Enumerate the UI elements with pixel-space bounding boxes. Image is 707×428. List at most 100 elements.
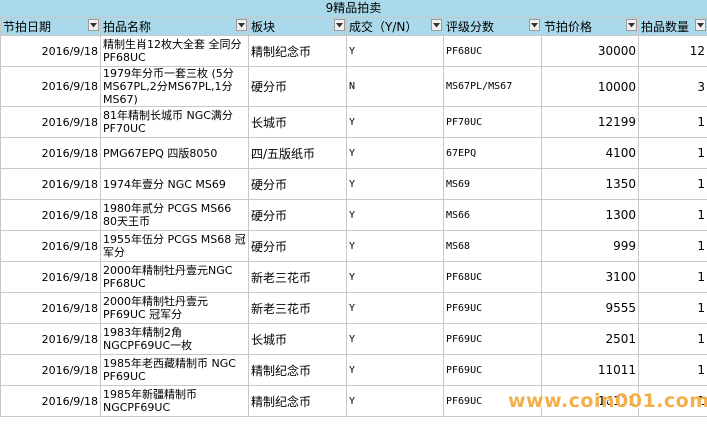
cell-name[interactable]: 81年精制长城币 NGC满分PF70UC xyxy=(100,106,249,138)
cell-name[interactable]: 1985年老西藏精制币 NGC PF69UC xyxy=(100,354,249,386)
cell-grade[interactable]: MS68 xyxy=(443,230,542,262)
cell-deal[interactable]: Y xyxy=(346,199,444,231)
cell-date[interactable]: 2016/9/18 xyxy=(0,292,101,324)
cell-qty[interactable]: 3 xyxy=(638,66,707,107)
filter-dropdown-button[interactable] xyxy=(431,19,442,31)
table-row: 2016/9/18 1983年精制2角NGCPF69UC一枚 长城币 Y PF69UC 2… xyxy=(0,323,707,355)
cell-deal[interactable]: Y xyxy=(346,230,444,262)
cell-price[interactable]: 3100 xyxy=(541,261,639,293)
cell-grade[interactable]: PF69UC xyxy=(443,323,542,355)
cell-deal[interactable]: Y xyxy=(346,168,444,200)
auction-table: 节拍日期 拍品名称 板块 成交（Y/N） 评级分数 节拍价格 拍品数量 2016/9/18 精… xyxy=(0,17,707,417)
cell-block[interactable]: 硬分币 xyxy=(248,66,347,107)
cell-price[interactable]: 1300 xyxy=(541,199,639,231)
cell-grade[interactable]: PF69UC xyxy=(443,385,542,417)
column-header-block: 板块 xyxy=(248,17,347,36)
cell-name[interactable]: 2000年精制牡丹壹元NGC PF68UC xyxy=(100,261,249,293)
cell-qty[interactable]: 1 xyxy=(638,354,707,386)
cell-qty[interactable]: 1 xyxy=(638,230,707,262)
cell-block[interactable]: 精制纪念币 xyxy=(248,354,347,386)
filter-dropdown-button[interactable] xyxy=(334,19,345,31)
cell-deal[interactable]: Y xyxy=(346,323,444,355)
cell-date[interactable]: 2016/9/18 xyxy=(0,385,101,417)
cell-deal[interactable]: N xyxy=(346,66,444,107)
cell-block[interactable]: 长城币 xyxy=(248,106,347,138)
cell-qty[interactable]: 1 xyxy=(638,199,707,231)
cell-deal[interactable]: Y xyxy=(346,385,444,417)
cell-block[interactable]: 精制纪念币 xyxy=(248,35,347,67)
cell-price[interactable]: 30000 xyxy=(541,35,639,67)
filter-dropdown-button[interactable] xyxy=(88,19,99,31)
cell-qty[interactable]: 1 xyxy=(638,106,707,138)
cell-deal[interactable]: Y xyxy=(346,292,444,324)
cell-deal[interactable]: Y xyxy=(346,261,444,293)
cell-grade[interactable]: MS66 xyxy=(443,199,542,231)
table-row: 2016/9/18 1980年贰分 PCGS MS66 80天王币 硬分币 Y MS66… xyxy=(0,199,707,231)
cell-qty[interactable]: 1 xyxy=(638,168,707,200)
cell-block[interactable]: 四/五版纸币 xyxy=(248,137,347,169)
cell-grade[interactable]: PF70UC xyxy=(443,106,542,138)
cell-date[interactable]: 2016/9/18 xyxy=(0,230,101,262)
cell-qty[interactable]: 1 xyxy=(638,261,707,293)
cell-price[interactable]: 999 xyxy=(541,230,639,262)
cell-deal[interactable]: Y xyxy=(346,35,444,67)
dropdown-arrow-icon xyxy=(628,22,635,27)
cell-grade[interactable]: MS69 xyxy=(443,168,542,200)
filter-dropdown-button[interactable] xyxy=(626,19,637,31)
cell-price[interactable]: 11011 xyxy=(541,354,639,386)
cell-price[interactable]: 16111 xyxy=(541,385,639,417)
cell-grade[interactable]: PF68UC xyxy=(443,261,542,293)
cell-name[interactable]: 2000年精制牡丹壹元 PF69UC 冠军分 xyxy=(100,292,249,324)
cell-grade[interactable]: MS67PL/MS67 xyxy=(443,66,542,107)
cell-block[interactable]: 长城币 xyxy=(248,323,347,355)
cell-deal[interactable]: Y xyxy=(346,354,444,386)
column-header-grade: 评级分数 xyxy=(443,17,542,36)
cell-block[interactable]: 新老三花币 xyxy=(248,261,347,293)
cell-block[interactable]: 精制纪念币 xyxy=(248,385,347,417)
cell-price[interactable]: 10000 xyxy=(541,66,639,107)
cell-qty[interactable]: 1 xyxy=(638,137,707,169)
filter-dropdown-button[interactable] xyxy=(695,19,706,31)
cell-date[interactable]: 2016/9/18 xyxy=(0,35,101,67)
cell-name[interactable]: 1983年精制2角NGCPF69UC一枚 xyxy=(100,323,249,355)
filter-dropdown-button[interactable] xyxy=(236,19,247,31)
cell-grade[interactable]: PF69UC xyxy=(443,354,542,386)
cell-block[interactable]: 硬分币 xyxy=(248,168,347,200)
cell-deal[interactable]: Y xyxy=(346,137,444,169)
cell-date[interactable]: 2016/9/18 xyxy=(0,106,101,138)
cell-date[interactable]: 2016/9/18 xyxy=(0,66,101,107)
cell-block[interactable]: 硬分币 xyxy=(248,230,347,262)
cell-price[interactable]: 1350 xyxy=(541,168,639,200)
cell-price[interactable]: 12199 xyxy=(541,106,639,138)
cell-name[interactable]: 1980年贰分 PCGS MS66 80天王币 xyxy=(100,199,249,231)
cell-name[interactable]: 精制生肖12枚大全套 全同分 PF68UC xyxy=(100,35,249,67)
cell-price[interactable]: 4100 xyxy=(541,137,639,169)
cell-qty[interactable]: 1 xyxy=(638,323,707,355)
column-header-deal: 成交（Y/N） xyxy=(346,17,444,36)
cell-block[interactable]: 硬分币 xyxy=(248,199,347,231)
cell-name[interactable]: PMG67EPQ 四版8050 xyxy=(100,137,249,169)
cell-grade[interactable]: PF69UC xyxy=(443,292,542,324)
cell-qty[interactable]: 1 xyxy=(638,385,707,417)
cell-name[interactable]: 1955年伍分 PCGS MS68 冠军分 xyxy=(100,230,249,262)
spreadsheet: 9精品拍卖 节拍日期 拍品名称 板块 成交（Y/N） 评级分数 节拍价格 拍品数量 2016… xyxy=(0,0,707,428)
cell-grade[interactable]: PF68UC xyxy=(443,35,542,67)
filter-dropdown-button[interactable] xyxy=(529,19,540,31)
cell-grade[interactable]: 67EPQ xyxy=(443,137,542,169)
cell-qty[interactable]: 1 xyxy=(638,292,707,324)
cell-date[interactable]: 2016/9/18 xyxy=(0,168,101,200)
cell-price[interactable]: 9555 xyxy=(541,292,639,324)
cell-date[interactable]: 2016/9/18 xyxy=(0,199,101,231)
cell-price[interactable]: 2501 xyxy=(541,323,639,355)
cell-name[interactable]: 1974年壹分 NGC MS69 xyxy=(100,168,249,200)
cell-block[interactable]: 新老三花币 xyxy=(248,292,347,324)
cell-date[interactable]: 2016/9/18 xyxy=(0,261,101,293)
cell-name[interactable]: 1979年分币一套三枚 (5分MS67PL,2分MS67PL,1分MS67) xyxy=(100,66,249,107)
cell-date[interactable]: 2016/9/18 xyxy=(0,137,101,169)
cell-date[interactable]: 2016/9/18 xyxy=(0,323,101,355)
cell-date[interactable]: 2016/9/18 xyxy=(0,354,101,386)
cell-qty[interactable]: 12 xyxy=(638,35,707,67)
cell-deal[interactable]: Y xyxy=(346,106,444,138)
cell-name[interactable]: 1985年新疆精制币 NGCPF69UC xyxy=(100,385,249,417)
sheet-title: 9精品拍卖 xyxy=(0,0,707,18)
